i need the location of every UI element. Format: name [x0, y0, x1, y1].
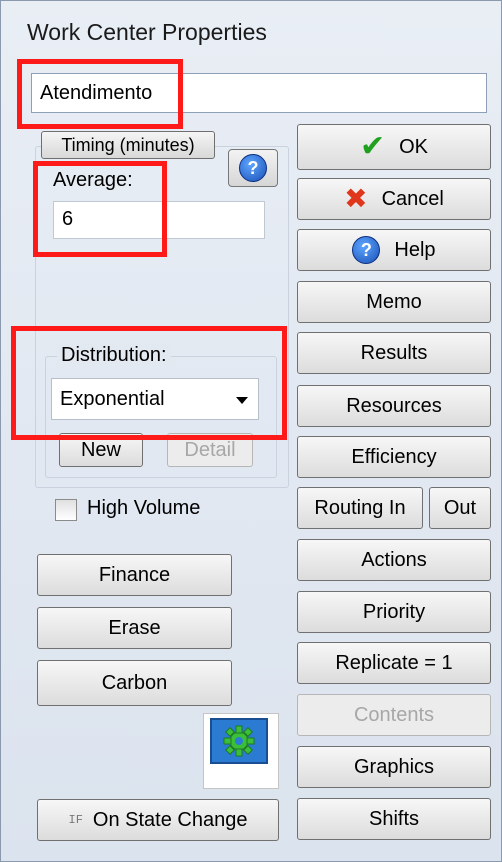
ok-button[interactable]: ✔ OK	[297, 124, 491, 170]
work-center-properties-window: Work Center Properties Timing (minutes) …	[0, 0, 502, 862]
timing-tab-button[interactable]: Timing (minutes)	[41, 131, 215, 159]
ok-label: OK	[399, 135, 429, 158]
x-icon: ✖	[344, 183, 368, 214]
distribution-label: Distribution:	[57, 344, 171, 367]
average-label: Average:	[53, 169, 133, 191]
window-title: Work Center Properties	[27, 19, 267, 45]
distribution-select[interactable]: Exponential	[51, 378, 259, 420]
timing-help-button[interactable]: ?	[228, 149, 278, 187]
cancel-label: Cancel	[381, 187, 444, 210]
efficiency-button[interactable]: Efficiency	[297, 436, 491, 478]
average-field[interactable]: 6	[53, 201, 265, 239]
erase-button[interactable]: Erase	[37, 607, 232, 649]
finance-button[interactable]: Finance	[37, 554, 232, 596]
replicate-button[interactable]: Replicate = 1	[297, 642, 491, 684]
shifts-button[interactable]: Shifts	[297, 798, 491, 840]
help-icon: ?	[352, 236, 381, 264]
new-distribution-button[interactable]: New	[59, 433, 143, 467]
distribution-value: Exponential	[60, 388, 165, 410]
on-state-change-button[interactable]: IF On State Change	[37, 799, 279, 841]
on-state-change-label: On State Change	[92, 808, 248, 831]
name-field[interactable]	[31, 73, 487, 113]
graphics-button[interactable]: Graphics	[297, 746, 491, 788]
help-button[interactable]: ? Help	[297, 229, 491, 271]
high-volume-checkbox[interactable]	[55, 499, 77, 521]
help-label: Help	[394, 238, 436, 261]
memo-button[interactable]: Memo	[297, 281, 491, 323]
graphic-button[interactable]	[210, 718, 268, 764]
resources-button[interactable]: Resources	[297, 385, 491, 427]
cancel-button[interactable]: ✖ Cancel	[297, 178, 491, 220]
results-button[interactable]: Results	[297, 332, 491, 374]
routing-out-button[interactable]: Out	[429, 487, 491, 529]
high-volume-label: High Volume	[87, 497, 201, 519]
gear-icon	[223, 725, 255, 757]
help-icon: ?	[239, 154, 267, 182]
priority-button[interactable]: Priority	[297, 591, 491, 633]
actions-button[interactable]: Actions	[297, 539, 491, 581]
check-icon: ✔	[359, 130, 386, 163]
detail-button[interactable]: Detail	[167, 433, 253, 467]
chevron-down-icon	[236, 397, 248, 404]
contents-button[interactable]: Contents	[297, 694, 491, 736]
if-icon: IF	[68, 813, 83, 827]
routing-in-button[interactable]: Routing In	[297, 487, 423, 529]
carbon-button[interactable]: Carbon	[37, 660, 232, 706]
name-input[interactable]	[32, 74, 486, 113]
